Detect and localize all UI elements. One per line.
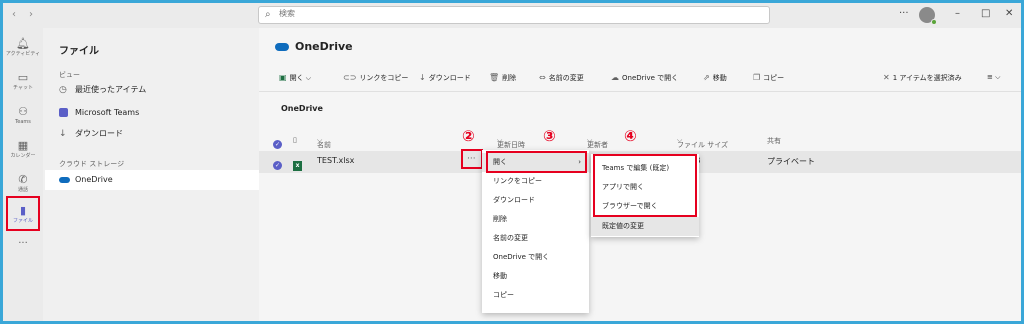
- search-box[interactable]: ⌕: [258, 6, 770, 24]
- column-modified-by[interactable]: 更新者 ⌵: [587, 136, 608, 149]
- excel-icon: x: [293, 161, 302, 171]
- column-modified[interactable]: 更新日時 ⌵: [497, 136, 525, 149]
- calendar-icon: ▦: [17, 139, 29, 152]
- copy-link-button[interactable]: ⊂⊃ リンクをコピー: [343, 73, 408, 83]
- menu-item-copy-link[interactable]: リンクをコピー: [482, 172, 542, 191]
- annotation-2: ②: [462, 127, 475, 145]
- bell-icon: 🔔︎: [16, 37, 30, 50]
- sidebar-item-teams[interactable]: Microsoft Teams: [59, 103, 255, 123]
- download-icon: ↓: [59, 129, 67, 139]
- column-file-size[interactable]: ファイル サイズ ⌵: [677, 136, 728, 149]
- highlight-box-open: [486, 151, 587, 173]
- link-icon: ⊂⊃: [343, 73, 357, 82]
- menu-item-rename[interactable]: 名前の変更: [482, 229, 528, 248]
- open-button[interactable]: ▣ 開く ⌵: [279, 73, 311, 83]
- list-icon: ≡ ⌵: [987, 73, 1001, 81]
- file-name[interactable]: TEST.xlsx: [317, 156, 354, 165]
- sidebar-item-downloads[interactable]: ↓ ダウンロード: [59, 124, 255, 144]
- back-button[interactable]: ‹: [12, 9, 16, 20]
- search-input[interactable]: [279, 9, 579, 18]
- teams-icon: ⚇: [18, 105, 28, 118]
- more-options-button[interactable]: ···: [899, 8, 909, 19]
- row-checkbox[interactable]: ✓: [273, 161, 282, 170]
- open-in-onedrive-button[interactable]: ☁ OneDrive で開く: [611, 73, 678, 83]
- sidebar-item-onedrive[interactable]: OneDrive: [45, 170, 259, 190]
- file-type-icon: ▯: [293, 136, 297, 144]
- sidebar-item-recent[interactable]: ◷ 最近使ったアイテム: [59, 80, 255, 100]
- view-label: ビュー: [59, 71, 80, 79]
- cloud-storage-label: クラウド ストレージ: [59, 160, 125, 168]
- files-sidebar: ファイル ビュー ◷ 最近使ったアイテム Microsoft Teams ↓ ダウン…: [43, 28, 259, 321]
- menu-item-delete[interactable]: 削除: [482, 210, 507, 229]
- phone-icon: ✆: [18, 173, 28, 186]
- highlight-box-files: [6, 196, 40, 231]
- forward-button[interactable]: ›: [29, 9, 33, 20]
- annotation-4: ④: [624, 127, 637, 145]
- menu-item-open-onedrive[interactable]: OneDrive で開く: [482, 248, 549, 267]
- menu-item-move[interactable]: 移動: [482, 267, 507, 286]
- clear-selection-button[interactable]: ✕ 1 アイテムを選択済み: [883, 73, 962, 83]
- page-title: OneDrive: [275, 40, 353, 53]
- onedrive-icon: [275, 43, 289, 51]
- delete-button[interactable]: 🗑︎ 削除: [489, 73, 516, 83]
- close-button[interactable]: ✕: [1005, 8, 1013, 19]
- move-icon: ⇗: [703, 73, 710, 82]
- menu-item-download[interactable]: ダウンロード: [482, 191, 535, 210]
- column-shared[interactable]: 共有: [767, 136, 781, 146]
- rail-calendar[interactable]: ▦ カレンダー: [3, 136, 43, 168]
- menu-item-copy[interactable]: コピー: [482, 286, 514, 305]
- copy-icon: ❐: [753, 73, 761, 82]
- view-options-button[interactable]: ≡ ⌵: [987, 73, 1000, 82]
- annotation-3: ③: [543, 127, 556, 145]
- rename-button[interactable]: ⇔ 名前の変更: [539, 73, 584, 83]
- chat-icon: ▭: [17, 71, 29, 84]
- rename-icon: ⇔: [539, 73, 546, 82]
- teams-window: ‹ › ⌕ ··· – □ ✕ 🔔︎ アクティビティ ▭ チャット ⚇ Team…: [3, 3, 1021, 321]
- title-bar: ‹ › ⌕ ··· – □ ✕: [3, 3, 1021, 28]
- close-icon: ✕: [883, 73, 890, 82]
- rail-activity[interactable]: 🔔︎ アクティビティ: [3, 34, 43, 66]
- column-name[interactable]: 名前 ⌵: [317, 136, 331, 149]
- cloud-icon: ☁: [611, 73, 619, 82]
- open-icon: ▣: [279, 73, 287, 82]
- onedrive-icon: [59, 176, 70, 183]
- rail-chat[interactable]: ▭ チャット: [3, 68, 43, 100]
- trash-icon: 🗑︎: [489, 73, 500, 82]
- download-button[interactable]: ↓ ダウンロード: [419, 73, 471, 83]
- presence-dot: [931, 19, 937, 25]
- highlight-box-submenu: [593, 154, 697, 217]
- copy-button[interactable]: ❐ コピー: [753, 73, 784, 83]
- minimize-button[interactable]: –: [955, 8, 960, 19]
- clock-icon: ◷: [59, 85, 67, 95]
- select-all-checkbox[interactable]: ✓: [273, 140, 282, 149]
- submenu-item-change-default[interactable]: 既定値の変更: [591, 217, 699, 236]
- maximize-button[interactable]: □: [981, 8, 990, 19]
- context-menu: 開く › リンクをコピー ダウンロード 削除 名前の変更 OneDrive で開く…: [482, 150, 589, 313]
- rail-more-button[interactable]: ···: [3, 238, 43, 270]
- rail-teams[interactable]: ⚇ Teams: [3, 102, 43, 134]
- highlight-box-more: [461, 149, 483, 169]
- table-header: ✓ ▯ 名前 ⌵ 更新日時 ⌵ 更新者 ⌵ ファイル サイズ ⌵ 共有: [259, 132, 1021, 150]
- microsoft-teams-icon: [59, 108, 68, 117]
- breadcrumb: OneDrive: [281, 104, 323, 113]
- app-rail: 🔔︎ アクティビティ ▭ チャット ⚇ Teams ▦ カレンダー ✆ 通話 ▮…: [3, 28, 43, 321]
- sharing-status: プライベート: [767, 157, 815, 166]
- avatar[interactable]: [919, 7, 937, 25]
- download-icon: ↓: [419, 73, 426, 82]
- move-button[interactable]: ⇗ 移動: [703, 73, 727, 83]
- search-icon: ⌕: [265, 9, 271, 20]
- command-bar: ▣ 開く ⌵ ⊂⊃ リンクをコピー ↓ ダウンロード 🗑︎ 削除 ⇔ 名前の変更 ☁ One…: [259, 68, 1021, 92]
- sidebar-title: ファイル: [59, 46, 99, 57]
